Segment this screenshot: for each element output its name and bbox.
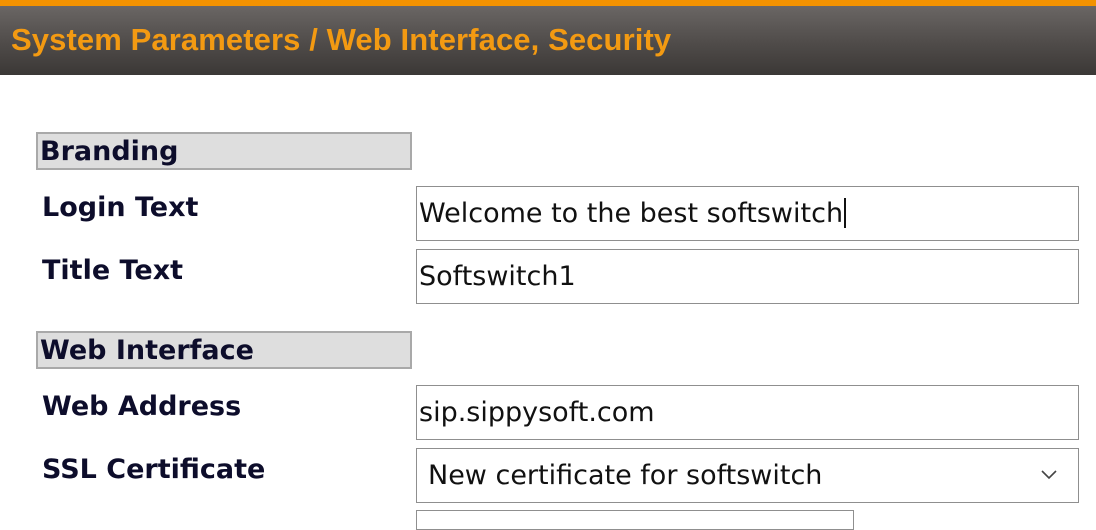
text-caret — [844, 198, 847, 228]
web-address-label: Web Address — [42, 391, 242, 422]
login-text-label: Login Text — [42, 192, 199, 223]
ssl-certificate-select[interactable]: New certificate for softswitch — [416, 448, 1079, 503]
page-header: System Parameters / Web Interface, Secur… — [0, 6, 1096, 75]
login-text-input[interactable]: Welcome to the best softswitch — [416, 186, 1079, 241]
title-text-input[interactable]: Softswitch1 — [416, 249, 1079, 304]
ssl-certificate-selected: New certificate for softswitch — [428, 460, 823, 491]
section-header-web-interface: Web Interface — [36, 331, 412, 369]
section-title-web-interface: Web Interface — [40, 335, 254, 366]
ssl-certificate-label: SSL Certificate — [42, 454, 266, 485]
title-text-label: Title Text — [42, 255, 184, 286]
title-text-value: Softswitch1 — [419, 261, 576, 292]
web-address-input[interactable]: sip.sippysoft.com — [416, 385, 1079, 440]
web-address-value: sip.sippysoft.com — [419, 397, 655, 428]
chevron-down-icon — [1041, 470, 1057, 480]
page-title: System Parameters / Web Interface, Secur… — [11, 22, 672, 57]
section-title-branding: Branding — [40, 136, 179, 167]
login-text-value: Welcome to the best softswitch — [419, 198, 844, 229]
section-header-branding: Branding — [36, 132, 412, 170]
next-field-input[interactable] — [416, 510, 854, 530]
